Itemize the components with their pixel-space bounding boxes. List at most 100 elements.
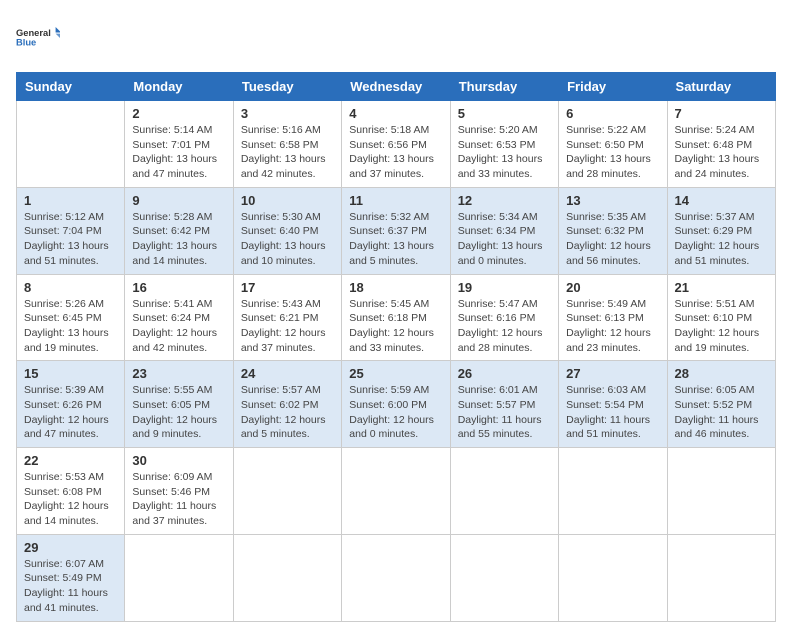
calendar-cell: 28Sunrise: 6:05 AM Sunset: 5:52 PM Dayli… xyxy=(667,361,775,448)
page-header: General Blue xyxy=(16,16,776,60)
calendar-table: SundayMondayTuesdayWednesdayThursdayFrid… xyxy=(16,72,776,622)
day-detail: Sunrise: 5:41 AM Sunset: 6:24 PM Dayligh… xyxy=(132,297,225,356)
calendar-cell: 2Sunrise: 5:14 AM Sunset: 7:01 PM Daylig… xyxy=(125,101,233,188)
calendar-cell: 5Sunrise: 5:20 AM Sunset: 6:53 PM Daylig… xyxy=(450,101,558,188)
day-number: 29 xyxy=(24,540,117,555)
day-number: 10 xyxy=(241,193,334,208)
calendar-cell: 7Sunrise: 5:24 AM Sunset: 6:48 PM Daylig… xyxy=(667,101,775,188)
week-row-1: 2Sunrise: 5:14 AM Sunset: 7:01 PM Daylig… xyxy=(17,101,776,188)
col-header-monday: Monday xyxy=(125,73,233,101)
col-header-tuesday: Tuesday xyxy=(233,73,341,101)
day-number: 28 xyxy=(675,366,768,381)
week-row-2: 1Sunrise: 5:12 AM Sunset: 7:04 PM Daylig… xyxy=(17,187,776,274)
calendar-cell xyxy=(667,448,775,535)
day-detail: Sunrise: 5:37 AM Sunset: 6:29 PM Dayligh… xyxy=(675,210,768,269)
day-number: 13 xyxy=(566,193,659,208)
week-row-3: 8Sunrise: 5:26 AM Sunset: 6:45 PM Daylig… xyxy=(17,274,776,361)
day-detail: Sunrise: 5:59 AM Sunset: 6:00 PM Dayligh… xyxy=(349,383,442,442)
day-number: 23 xyxy=(132,366,225,381)
day-detail: Sunrise: 5:51 AM Sunset: 6:10 PM Dayligh… xyxy=(675,297,768,356)
day-detail: Sunrise: 5:14 AM Sunset: 7:01 PM Dayligh… xyxy=(132,123,225,182)
calendar-cell: 3Sunrise: 5:16 AM Sunset: 6:58 PM Daylig… xyxy=(233,101,341,188)
day-detail: Sunrise: 5:28 AM Sunset: 6:42 PM Dayligh… xyxy=(132,210,225,269)
calendar-cell: 27 Sunrise: 6:03 AM Sunset: 5:54 PM Dayli… xyxy=(559,361,667,448)
week-row-4: 15 Sunrise: 5:39 AM Sunset: 6:26 PM Dayli… xyxy=(17,361,776,448)
calendar-cell: 12 Sunrise: 5:34 AM Sunset: 6:34 PM Dayli… xyxy=(450,187,558,274)
calendar-cell xyxy=(342,448,450,535)
calendar-cell xyxy=(233,448,341,535)
logo: General Blue xyxy=(16,16,60,60)
day-detail: Sunrise: 5:18 AM Sunset: 6:56 PM Dayligh… xyxy=(349,123,442,182)
day-detail: Sunrise: 5:55 AM Sunset: 6:05 PM Dayligh… xyxy=(132,383,225,442)
col-header-friday: Friday xyxy=(559,73,667,101)
day-detail: Sunrise: 5:53 AM Sunset: 6:08 PM Dayligh… xyxy=(24,470,117,529)
day-number: 27 xyxy=(566,366,659,381)
calendar-cell: 6 Sunrise: 5:22 AM Sunset: 6:50 PM Daylig… xyxy=(559,101,667,188)
calendar-cell: 10 Sunrise: 5:30 AM Sunset: 6:40 PM Dayli… xyxy=(233,187,341,274)
svg-text:Blue: Blue xyxy=(16,38,36,48)
svg-text:General: General xyxy=(16,28,51,38)
calendar-cell: 19 Sunrise: 5:47 AM Sunset: 6:16 PM Dayli… xyxy=(450,274,558,361)
calendar-cell: 11 Sunrise: 5:32 AM Sunset: 6:37 PM Dayli… xyxy=(342,187,450,274)
calendar-cell: 17Sunrise: 5:43 AM Sunset: 6:21 PM Dayli… xyxy=(233,274,341,361)
col-header-saturday: Saturday xyxy=(667,73,775,101)
calendar-cell: 24Sunrise: 5:57 AM Sunset: 6:02 PM Dayli… xyxy=(233,361,341,448)
calendar-cell xyxy=(559,534,667,621)
day-detail: Sunrise: 5:22 AM Sunset: 6:50 PM Dayligh… xyxy=(566,123,659,182)
calendar-cell: 16 Sunrise: 5:41 AM Sunset: 6:24 PM Dayli… xyxy=(125,274,233,361)
day-number: 6 xyxy=(566,106,659,121)
day-detail: Sunrise: 6:03 AM Sunset: 5:54 PM Dayligh… xyxy=(566,383,659,442)
day-number: 25 xyxy=(349,366,442,381)
col-header-wednesday: Wednesday xyxy=(342,73,450,101)
day-detail: Sunrise: 5:47 AM Sunset: 6:16 PM Dayligh… xyxy=(458,297,551,356)
calendar-cell xyxy=(342,534,450,621)
calendar-cell: 29Sunrise: 6:07 AM Sunset: 5:49 PM Dayli… xyxy=(17,534,125,621)
calendar-cell: 20Sunrise: 5:49 AM Sunset: 6:13 PM Dayli… xyxy=(559,274,667,361)
calendar-cell xyxy=(450,534,558,621)
calendar-cell xyxy=(450,448,558,535)
calendar-cell: 4Sunrise: 5:18 AM Sunset: 6:56 PM Daylig… xyxy=(342,101,450,188)
day-number: 16 xyxy=(132,280,225,295)
header-row: SundayMondayTuesdayWednesdayThursdayFrid… xyxy=(17,73,776,101)
day-detail: Sunrise: 5:57 AM Sunset: 6:02 PM Dayligh… xyxy=(241,383,334,442)
day-detail: Sunrise: 5:32 AM Sunset: 6:37 PM Dayligh… xyxy=(349,210,442,269)
day-detail: Sunrise: 5:39 AM Sunset: 6:26 PM Dayligh… xyxy=(24,383,117,442)
day-number: 15 xyxy=(24,366,117,381)
calendar-cell: 14Sunrise: 5:37 AM Sunset: 6:29 PM Dayli… xyxy=(667,187,775,274)
day-number: 7 xyxy=(675,106,768,121)
col-header-sunday: Sunday xyxy=(17,73,125,101)
calendar-cell: 25 Sunrise: 5:59 AM Sunset: 6:00 PM Dayli… xyxy=(342,361,450,448)
day-number: 26 xyxy=(458,366,551,381)
day-detail: Sunrise: 5:49 AM Sunset: 6:13 PM Dayligh… xyxy=(566,297,659,356)
day-number: 5 xyxy=(458,106,551,121)
day-number: 18 xyxy=(349,280,442,295)
calendar-cell: 21 Sunrise: 5:51 AM Sunset: 6:10 PM Dayli… xyxy=(667,274,775,361)
day-number: 19 xyxy=(458,280,551,295)
day-detail: Sunrise: 5:45 AM Sunset: 6:18 PM Dayligh… xyxy=(349,297,442,356)
calendar-cell: 9Sunrise: 5:28 AM Sunset: 6:42 PM Daylig… xyxy=(125,187,233,274)
day-number: 11 xyxy=(349,193,442,208)
day-number: 12 xyxy=(458,193,551,208)
calendar-cell: 13 Sunrise: 5:35 AM Sunset: 6:32 PM Dayli… xyxy=(559,187,667,274)
week-row-5: 22 Sunrise: 5:53 AM Sunset: 6:08 PM Dayli… xyxy=(17,448,776,535)
calendar-cell: 8Sunrise: 5:26 AM Sunset: 6:45 PM Daylig… xyxy=(17,274,125,361)
day-number: 21 xyxy=(675,280,768,295)
day-detail: Sunrise: 5:16 AM Sunset: 6:58 PM Dayligh… xyxy=(241,123,334,182)
calendar-cell xyxy=(667,534,775,621)
calendar-cell: 1Sunrise: 5:12 AM Sunset: 7:04 PM Daylig… xyxy=(17,187,125,274)
calendar-cell xyxy=(17,101,125,188)
calendar-cell xyxy=(125,534,233,621)
calendar-cell xyxy=(559,448,667,535)
day-detail: Sunrise: 6:01 AM Sunset: 5:57 PM Dayligh… xyxy=(458,383,551,442)
day-detail: Sunrise: 5:43 AM Sunset: 6:21 PM Dayligh… xyxy=(241,297,334,356)
day-detail: Sunrise: 5:35 AM Sunset: 6:32 PM Dayligh… xyxy=(566,210,659,269)
calendar-cell: 30Sunrise: 6:09 AM Sunset: 5:46 PM Dayli… xyxy=(125,448,233,535)
calendar-cell: 15 Sunrise: 5:39 AM Sunset: 6:26 PM Dayli… xyxy=(17,361,125,448)
day-number: 22 xyxy=(24,453,117,468)
day-detail: Sunrise: 5:30 AM Sunset: 6:40 PM Dayligh… xyxy=(241,210,334,269)
calendar-cell xyxy=(233,534,341,621)
day-number: 1 xyxy=(24,193,117,208)
day-number: 8 xyxy=(24,280,117,295)
calendar-cell: 26 Sunrise: 6:01 AM Sunset: 5:57 PM Dayli… xyxy=(450,361,558,448)
day-detail: Sunrise: 5:34 AM Sunset: 6:34 PM Dayligh… xyxy=(458,210,551,269)
